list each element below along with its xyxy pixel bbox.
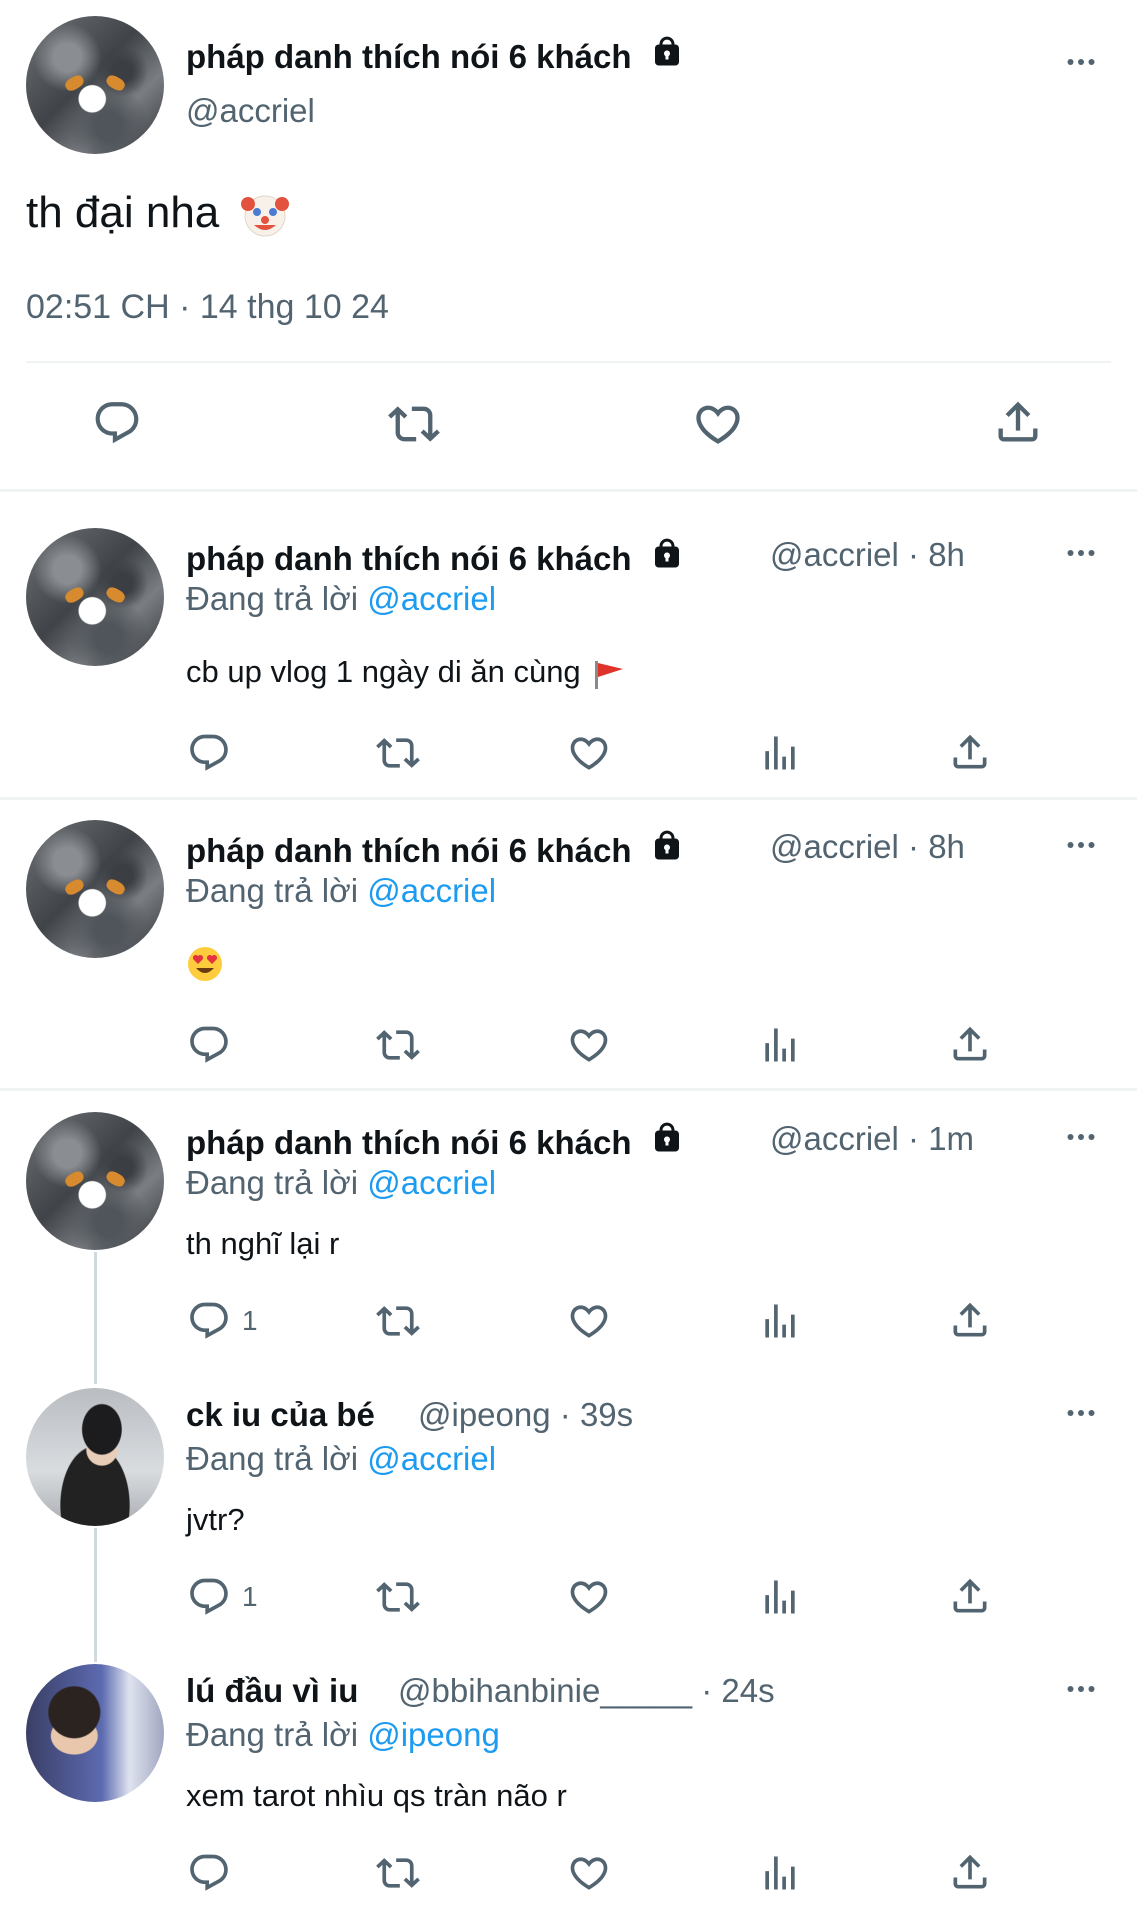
lock-icon xyxy=(649,828,685,864)
reply-icon[interactable] xyxy=(187,1023,231,1067)
replying-to: Đang trả lời @accriel xyxy=(186,1164,497,1201)
share-icon[interactable] xyxy=(948,1574,992,1618)
handle-time[interactable]: @ipeong · 39s xyxy=(418,1396,633,1434)
lock-icon xyxy=(649,34,685,70)
retweet-icon[interactable] xyxy=(376,731,420,775)
display-name[interactable]: pháp danh thích nói 6 khách xyxy=(186,828,685,870)
more-icon[interactable] xyxy=(1063,827,1099,863)
like-icon[interactable] xyxy=(567,1851,611,1895)
handle[interactable]: @accriel xyxy=(186,92,315,130)
more-icon[interactable] xyxy=(1063,44,1099,80)
share-icon[interactable] xyxy=(948,1850,992,1894)
avatar[interactable] xyxy=(26,16,164,154)
retweet-icon[interactable] xyxy=(376,1299,420,1343)
share-icon[interactable] xyxy=(992,396,1044,448)
reply-icon[interactable] xyxy=(187,731,231,775)
share-icon[interactable] xyxy=(948,730,992,774)
more-icon[interactable] xyxy=(1063,1395,1099,1431)
more-icon[interactable] xyxy=(1063,1671,1099,1707)
display-name[interactable]: pháp danh thích nói 6 khách xyxy=(186,34,685,76)
timestamp[interactable]: 02:51 CH · 14 thg 10 24 xyxy=(26,288,389,327)
share-icon[interactable] xyxy=(948,1022,992,1066)
views-icon[interactable] xyxy=(758,1023,802,1067)
views-icon[interactable] xyxy=(758,1575,802,1619)
handle-time[interactable]: @accriel · 1m xyxy=(770,1120,974,1158)
divider xyxy=(26,361,1111,363)
tweet-text xyxy=(186,944,224,983)
share-icon[interactable] xyxy=(948,1298,992,1342)
avatar[interactable] xyxy=(26,1664,164,1802)
avatar[interactable] xyxy=(26,1388,164,1526)
reply-icon[interactable] xyxy=(187,1575,231,1619)
views-icon[interactable] xyxy=(758,731,802,775)
divider xyxy=(0,1088,1137,1091)
reply-icon[interactable] xyxy=(92,398,142,448)
tweet-text: th nghĩ lại r xyxy=(186,1226,340,1261)
tweet-text: th đại nha xyxy=(26,188,290,240)
replying-to: Đang trả lời @accriel xyxy=(186,872,497,909)
tweet-text: xem tarot nhìu qs tràn não r xyxy=(186,1778,567,1813)
handle-time[interactable]: @accriel · 8h xyxy=(770,828,965,866)
lock-icon xyxy=(649,1120,685,1156)
like-icon[interactable] xyxy=(567,731,611,775)
avatar[interactable] xyxy=(26,528,164,666)
like-icon[interactable] xyxy=(567,1575,611,1619)
thread-line xyxy=(94,1528,97,1662)
red-flag-emoji xyxy=(595,660,624,689)
reply-icon[interactable] xyxy=(187,1851,231,1895)
views-icon[interactable] xyxy=(758,1299,802,1343)
more-icon[interactable] xyxy=(1063,1119,1099,1155)
reply-count: 1 xyxy=(242,1305,258,1336)
display-name[interactable]: pháp danh thích nói 6 khách xyxy=(186,536,685,578)
replying-to: Đang trả lời @accriel xyxy=(186,580,497,617)
retweet-icon[interactable] xyxy=(376,1575,420,1619)
handle-time[interactable]: @accriel · 8h xyxy=(770,536,965,574)
retweet-icon[interactable] xyxy=(376,1023,420,1067)
more-icon[interactable] xyxy=(1063,535,1099,571)
like-icon[interactable] xyxy=(692,398,744,450)
display-name[interactable]: pháp danh thích nói 6 khách xyxy=(186,1120,685,1162)
tweet-text: cb up vlog 1 ngày di ăn cùng xyxy=(186,654,627,693)
replying-to: Đang trả lời @ipeong xyxy=(186,1716,500,1753)
display-name[interactable]: ck iu của bé xyxy=(186,1396,375,1434)
replying-to: Đang trả lời @accriel xyxy=(186,1440,497,1477)
divider xyxy=(0,489,1137,492)
views-icon[interactable] xyxy=(758,1851,802,1895)
like-icon[interactable] xyxy=(567,1299,611,1343)
avatar[interactable] xyxy=(26,1112,164,1250)
display-name[interactable]: lú đầu vì iu xyxy=(186,1672,358,1710)
handle-time[interactable]: @bbihanbinie_____ · 24s xyxy=(398,1672,775,1710)
reply-icon[interactable] xyxy=(187,1299,231,1343)
heart-eyes-emoji xyxy=(188,946,222,981)
thread-line xyxy=(94,1252,97,1384)
retweet-icon[interactable] xyxy=(376,1851,420,1895)
divider xyxy=(0,797,1137,800)
lock-icon xyxy=(649,536,685,572)
clown-face-emoji xyxy=(240,195,289,237)
retweet-icon[interactable] xyxy=(388,398,440,450)
avatar[interactable] xyxy=(26,820,164,958)
like-icon[interactable] xyxy=(567,1023,611,1067)
reply-count: 1 xyxy=(242,1581,258,1612)
tweet-text: jvtr? xyxy=(186,1502,245,1537)
